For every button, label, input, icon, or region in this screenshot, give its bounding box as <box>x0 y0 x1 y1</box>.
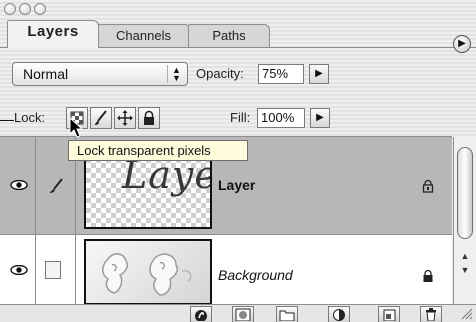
scroll-down-arrow[interactable]: ▼ <box>457 263 473 277</box>
tab-layers[interactable]: Layers <box>7 20 99 48</box>
brush-icon <box>50 178 63 193</box>
close-window-button[interactable] <box>4 3 16 15</box>
cherub-statue-image <box>102 253 192 296</box>
layers-palette: Layers Channels Paths ▶ Normal ▲ ▼ Opacit… <box>0 0 476 322</box>
visibility-cell[interactable] <box>0 137 36 234</box>
background-thumbnail <box>84 239 212 305</box>
link-brush-cell[interactable] <box>36 235 76 304</box>
triangle-right-icon: ▶ <box>316 112 324 123</box>
lock-position-button[interactable] <box>114 107 136 129</box>
delete-layer-button[interactable] <box>420 306 442 322</box>
lock-image-button[interactable] <box>90 107 112 129</box>
scroll-up-arrow[interactable]: ▲ <box>457 249 473 263</box>
opacity-slider-button[interactable]: ▶ <box>309 64 329 84</box>
padlock-icon <box>422 179 434 193</box>
tab-channels[interactable]: Channels <box>96 24 191 48</box>
layer-mask-icon <box>235 308 251 322</box>
fill-value: 100% <box>261 110 295 125</box>
lock-all-button[interactable] <box>138 107 160 129</box>
tab-paths[interactable]: Paths <box>188 24 270 48</box>
palette-menu-button[interactable]: ▶ <box>453 35 471 53</box>
padlock-icon <box>423 269 433 282</box>
scrollbar-thumb[interactable] <box>457 147 473 239</box>
opacity-field[interactable]: 75% <box>258 64 304 84</box>
lock-label: Lock: <box>14 110 46 125</box>
layer-style-icon <box>195 310 207 322</box>
adjustment-layer-button[interactable] <box>328 306 350 322</box>
mouse-pointer-icon <box>69 117 84 138</box>
palette-tabs: Layers Channels Paths <box>0 20 476 48</box>
layers-scrollbar[interactable]: ▲ ▼ <box>453 137 476 304</box>
palette-title-bar[interactable] <box>0 0 476 20</box>
brush-icon <box>95 110 107 125</box>
blend-mode-value: Normal <box>23 66 69 82</box>
new-layer-icon <box>383 309 396 322</box>
folder-icon <box>279 310 295 322</box>
visibility-cell[interactable] <box>0 235 36 304</box>
link-box[interactable] <box>45 261 61 279</box>
select-arrows-icon: ▲ ▼ <box>167 65 185 83</box>
trash-icon <box>426 308 436 322</box>
layer-name[interactable]: Background <box>218 267 293 283</box>
zoom-window-button[interactable] <box>34 3 46 15</box>
resize-grip-icon[interactable] <box>458 306 474 320</box>
move-arrows-icon <box>117 110 133 126</box>
layer-mask-button[interactable] <box>232 306 254 322</box>
minimize-window-button[interactable] <box>19 3 31 15</box>
blend-mode-select[interactable]: Normal ▲ ▼ <box>12 62 188 86</box>
new-layer-button[interactable] <box>378 306 400 322</box>
fill-field[interactable]: 100% <box>257 108 305 128</box>
opacity-label: Opacity: <box>196 66 244 81</box>
fill-slider-button[interactable]: ▶ <box>310 108 330 128</box>
lock-tooltip: Lock transparent pixels <box>68 140 248 161</box>
layer-row-background[interactable]: Background <box>0 234 452 305</box>
triangle-right-icon: ▶ <box>458 38 466 49</box>
fill-label: Fill: <box>230 110 251 125</box>
eye-icon <box>10 265 28 275</box>
layer-name[interactable]: Layer <box>218 177 255 193</box>
layer-style-button[interactable] <box>190 306 212 322</box>
eye-icon <box>10 180 28 190</box>
tooltip-text: Lock transparent pixels <box>77 143 211 158</box>
callout-line <box>0 120 14 121</box>
adjustment-layer-icon <box>333 309 345 321</box>
opacity-value: 75% <box>262 66 289 81</box>
triangle-right-icon: ▶ <box>315 68 323 79</box>
new-set-button[interactable] <box>276 306 298 322</box>
padlock-icon <box>144 110 154 125</box>
